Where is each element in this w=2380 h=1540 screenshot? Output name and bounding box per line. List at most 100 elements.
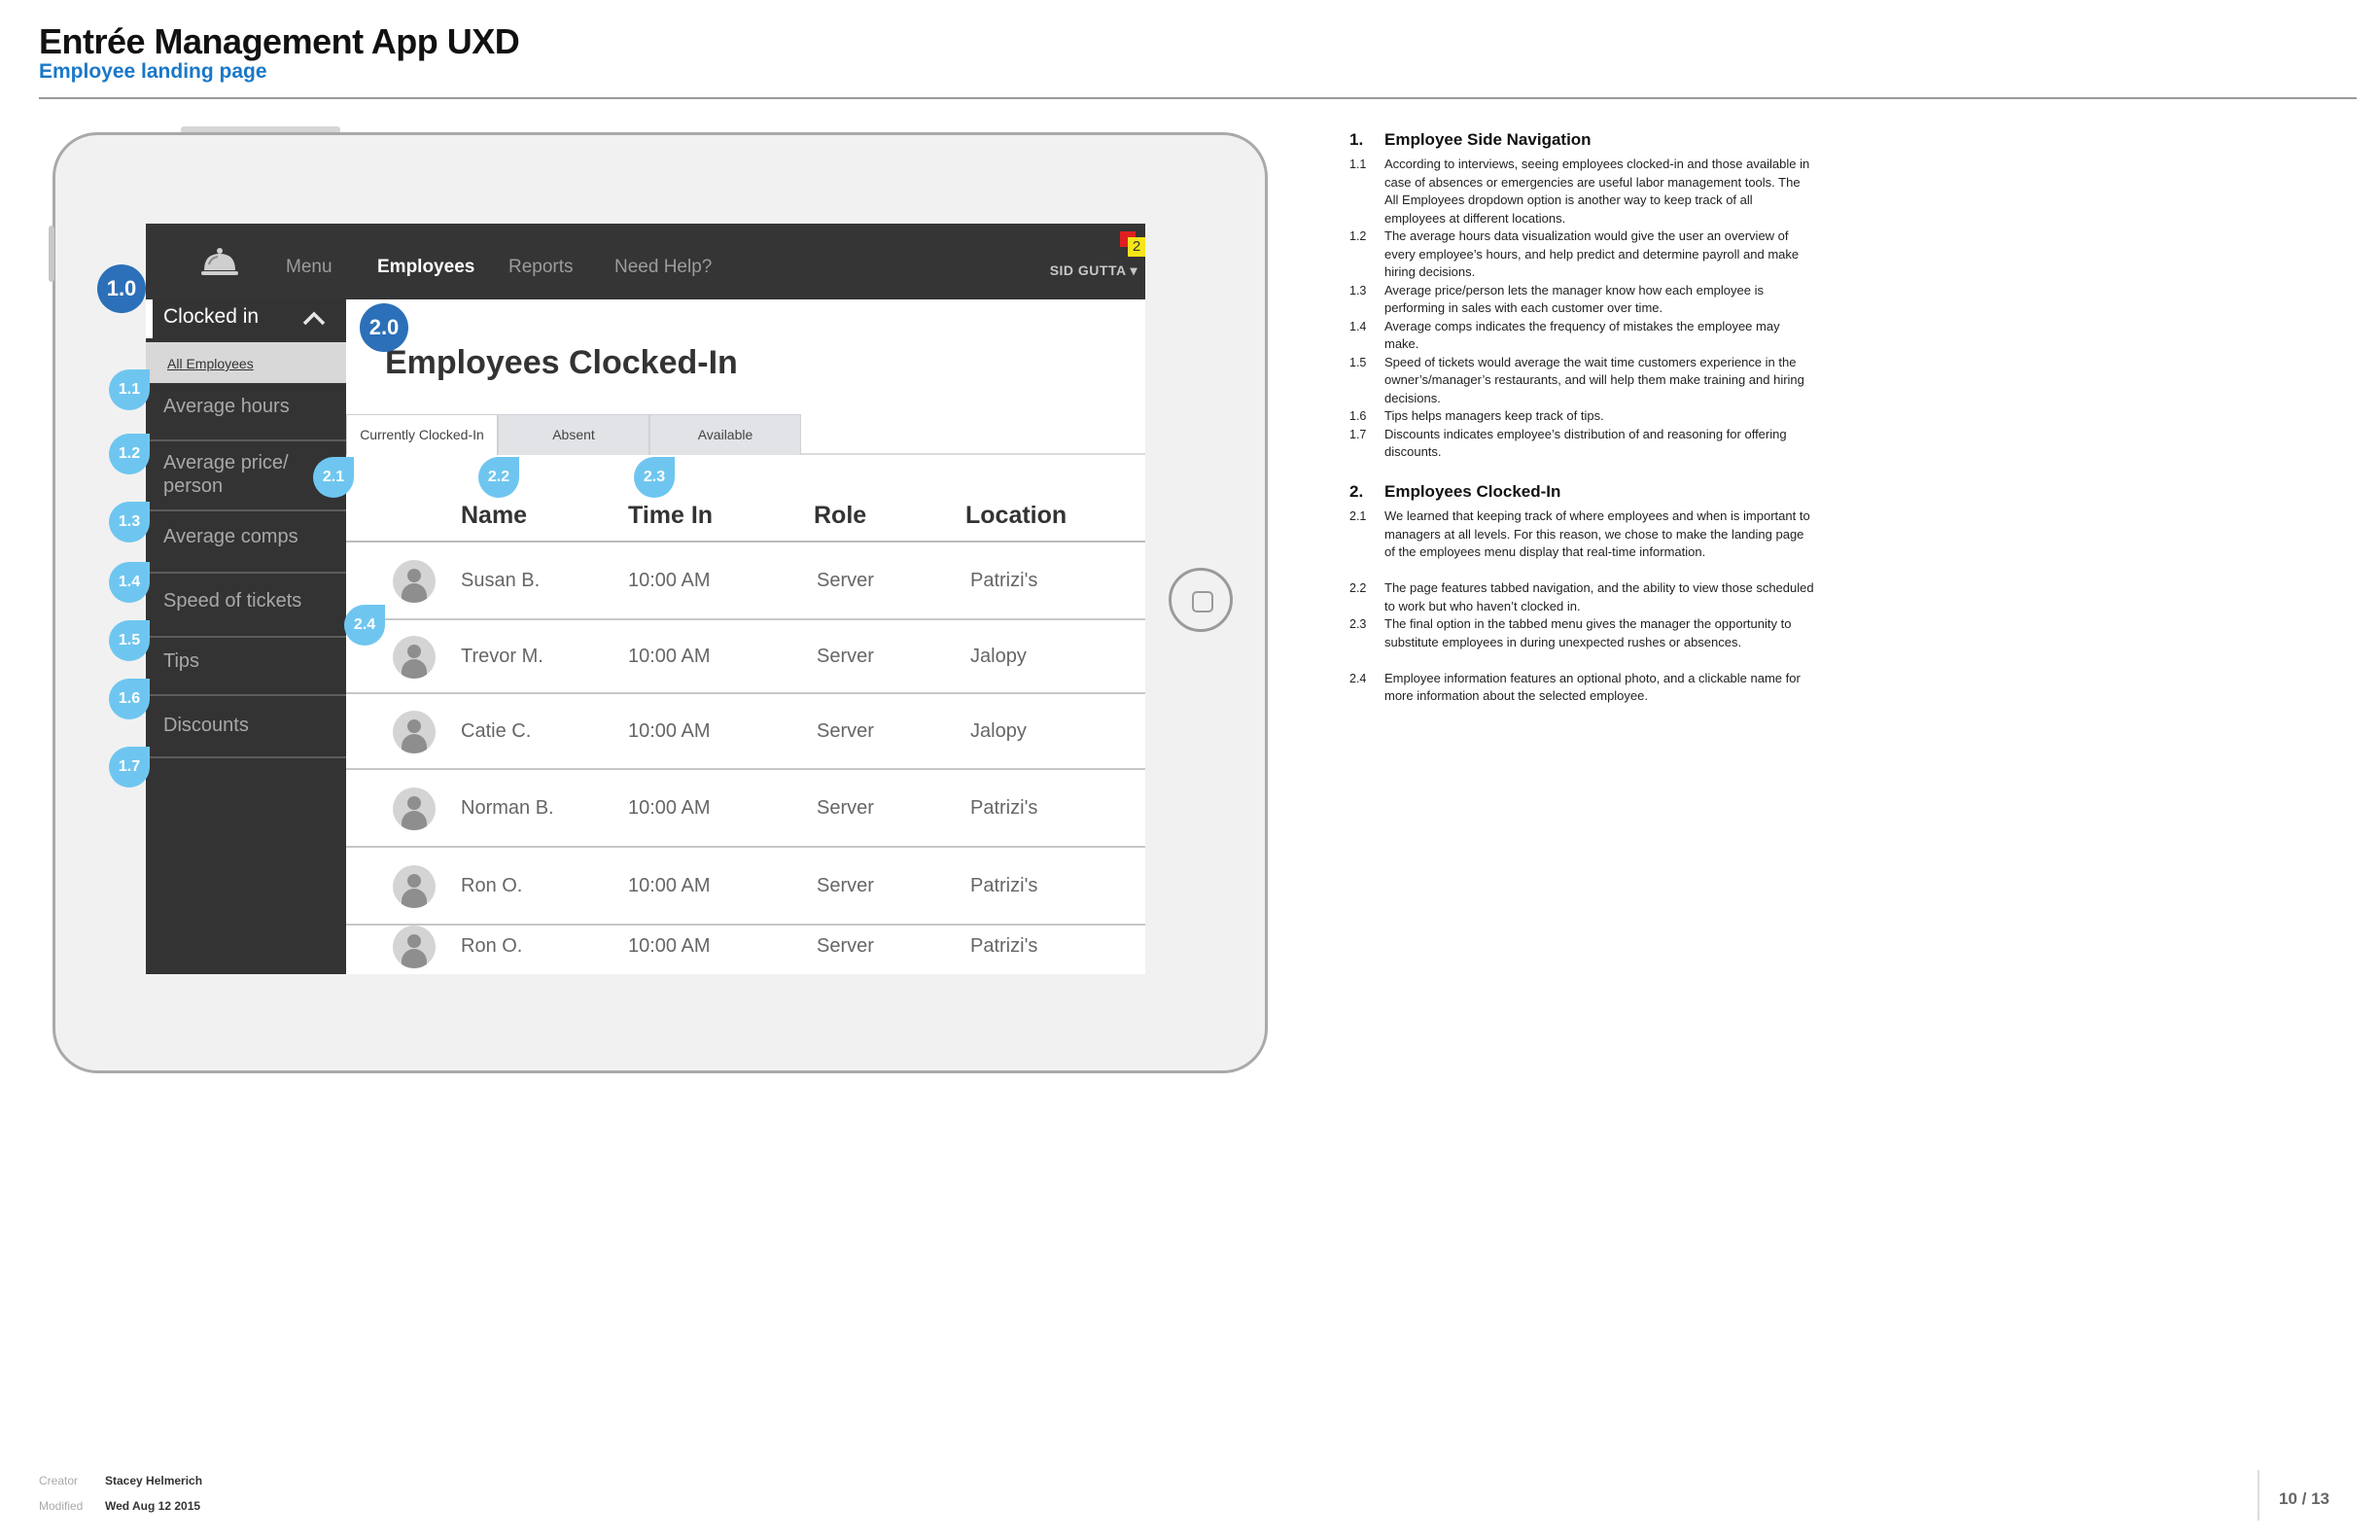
avatar-placeholder-icon[interactable] xyxy=(393,788,436,830)
employee-name-link[interactable]: Susan B. xyxy=(461,570,540,592)
employee-name-link[interactable]: Norman B. xyxy=(461,797,554,820)
employee-time-in: 10:00 AM xyxy=(628,875,711,896)
note-text: Average comps indicates the frequency of… xyxy=(1384,318,1780,352)
employee-time-in: 10:00 AM xyxy=(628,720,711,742)
note-item: 2.3 The final option in the tabbed menu g… xyxy=(1349,615,1816,670)
note-item: 1.2 The average hours data visualization … xyxy=(1349,228,1816,282)
section-title: Employee Side Navigation xyxy=(1384,130,1592,149)
sidebar-item-discounts[interactable]: Discounts xyxy=(146,696,346,758)
employee-name-link[interactable]: Trevor M. xyxy=(461,646,543,668)
chevron-up-icon[interactable] xyxy=(300,305,328,331)
employee-role: Server xyxy=(817,935,874,957)
avatar-body xyxy=(402,889,427,908)
tab-currently-clocked-in[interactable]: Currently Clocked-In xyxy=(346,414,498,455)
avatar-head xyxy=(407,719,421,733)
table-row[interactable]: Ron O. 10:00 AM Server Patrizi's xyxy=(346,926,1145,974)
note-item: 2.1 We learned that keeping track of wher… xyxy=(1349,508,1816,579)
note-number: 1.2 xyxy=(1349,229,1367,243)
avatar-placeholder-icon[interactable] xyxy=(393,560,436,603)
employee-location: Patrizi's xyxy=(970,797,1038,819)
table-row[interactable]: Norman B. 10:00 AM Server Patrizi's xyxy=(346,770,1145,848)
notification-count: 2 xyxy=(1128,237,1145,257)
note-number: 2.3 xyxy=(1349,617,1367,631)
tab-label: Absent xyxy=(552,427,595,442)
pin-label: 1.3 xyxy=(118,513,141,530)
document-title: Entrée Management App UXD xyxy=(39,21,520,61)
sidebar-item-label: Average comps xyxy=(163,526,298,547)
nav-employees[interactable]: Employees xyxy=(377,257,474,278)
avatar-body xyxy=(402,659,427,679)
pin-label: 1.6 xyxy=(118,690,141,707)
employee-time-in: 10:00 AM xyxy=(628,570,711,591)
modified-label: Modified xyxy=(39,1499,84,1513)
employee-location: Patrizi's xyxy=(970,935,1038,957)
note-number: 1.5 xyxy=(1349,355,1367,369)
note-text: According to interviews, seeing employee… xyxy=(1384,157,1810,226)
annotation-marker-1-0: 1.0 xyxy=(97,264,146,313)
employee-name-link[interactable]: Catie C. xyxy=(461,720,531,743)
avatar-placeholder-icon[interactable] xyxy=(393,926,436,968)
section-title: Employees Clocked-In xyxy=(1384,482,1561,501)
note-text: Discounts indicates employee’s distribut… xyxy=(1384,426,1787,460)
sidebar-option-all-employees[interactable]: All Employees xyxy=(146,342,346,383)
nav-need-help[interactable]: Need Help? xyxy=(614,257,712,278)
column-header-name: Name xyxy=(461,502,528,529)
page-number: 10 / 13 xyxy=(2279,1489,2329,1508)
table-row[interactable]: Trevor M. 10:00 AM Server Jalopy xyxy=(346,620,1145,694)
employee-time-in: 10:00 AM xyxy=(628,935,711,957)
sidebar-item-speed-of-tickets[interactable]: Speed of tickets xyxy=(146,574,346,638)
employee-name-link[interactable]: Ron O. xyxy=(461,935,522,958)
sidebar-item-label: Average hours xyxy=(163,396,290,417)
nav-reports[interactable]: Reports xyxy=(508,257,574,278)
employee-location: Patrizi's xyxy=(970,875,1038,896)
table-row[interactable]: Susan B. 10:00 AM Server Patrizi's xyxy=(346,542,1145,620)
tab-absent[interactable]: Absent xyxy=(498,414,649,455)
avatar-placeholder-icon[interactable] xyxy=(393,711,436,753)
avatar-body xyxy=(402,811,427,830)
employee-side-navigation: Clocked in All Employees Average hours A… xyxy=(146,299,346,974)
user-menu[interactable]: SID GUTTA ▾ xyxy=(1050,262,1138,279)
sidebar-item-label: Tips xyxy=(163,650,200,672)
employee-role: Server xyxy=(817,797,874,819)
service-bell-icon[interactable] xyxy=(200,245,239,280)
section-number: 2. xyxy=(1349,482,1364,501)
avatar-head xyxy=(407,569,421,582)
avatar-placeholder-icon[interactable] xyxy=(393,865,436,908)
note-number: 1.1 xyxy=(1349,158,1367,171)
tab-available[interactable]: Available xyxy=(649,414,801,455)
employee-role: Server xyxy=(817,720,874,742)
nav-menu[interactable]: Menu xyxy=(286,257,332,278)
column-header-role: Role xyxy=(814,502,867,529)
section-number: 1. xyxy=(1349,130,1364,149)
sidebar-dropdown-clocked-in[interactable]: Clocked in xyxy=(146,299,346,338)
sidebar-item-average-comps[interactable]: Average comps xyxy=(146,511,346,574)
note-number: 1.3 xyxy=(1349,283,1367,298)
annotation-marker-2-0: 2.0 xyxy=(360,303,408,352)
note-number: 1.6 xyxy=(1349,409,1367,423)
avatar-body xyxy=(402,583,427,603)
note-number: 1.4 xyxy=(1349,319,1367,333)
document-subtitle: Employee landing page xyxy=(39,60,267,83)
all-employees-link[interactable]: All Employees xyxy=(167,356,254,371)
sidebar-item-label: Speed of tickets xyxy=(163,590,302,612)
employee-name-link[interactable]: Ron O. xyxy=(461,875,522,897)
note-text: We learned that keeping track of where e… xyxy=(1384,508,1810,559)
table-row[interactable]: Catie C. 10:00 AM Server Jalopy xyxy=(346,694,1145,770)
pin-label: 2.1 xyxy=(322,469,345,485)
sidebar-item-average-hours[interactable]: Average hours xyxy=(146,383,346,441)
column-header-location: Location xyxy=(965,502,1068,529)
employee-role: Server xyxy=(817,875,874,896)
app-screen: Menu Employees Reports Need Help? SID GU… xyxy=(146,224,1145,974)
home-button[interactable] xyxy=(1169,568,1233,632)
table-row[interactable]: Ron O. 10:00 AM Server Patrizi's xyxy=(346,848,1145,926)
notification-badge[interactable]: 2 xyxy=(1120,231,1145,257)
avatar-head xyxy=(407,645,421,658)
note-text: Average price/person lets the manager kn… xyxy=(1384,282,1764,316)
employee-role: Server xyxy=(817,646,874,667)
note-number: 2.2 xyxy=(1349,581,1367,595)
avatar-placeholder-icon[interactable] xyxy=(393,636,436,679)
note-number: 1.7 xyxy=(1349,427,1367,441)
sidebar-item-tips[interactable]: Tips xyxy=(146,638,346,696)
tab-label: Currently Clocked-In xyxy=(360,427,484,442)
tablet-side-button xyxy=(49,226,54,282)
